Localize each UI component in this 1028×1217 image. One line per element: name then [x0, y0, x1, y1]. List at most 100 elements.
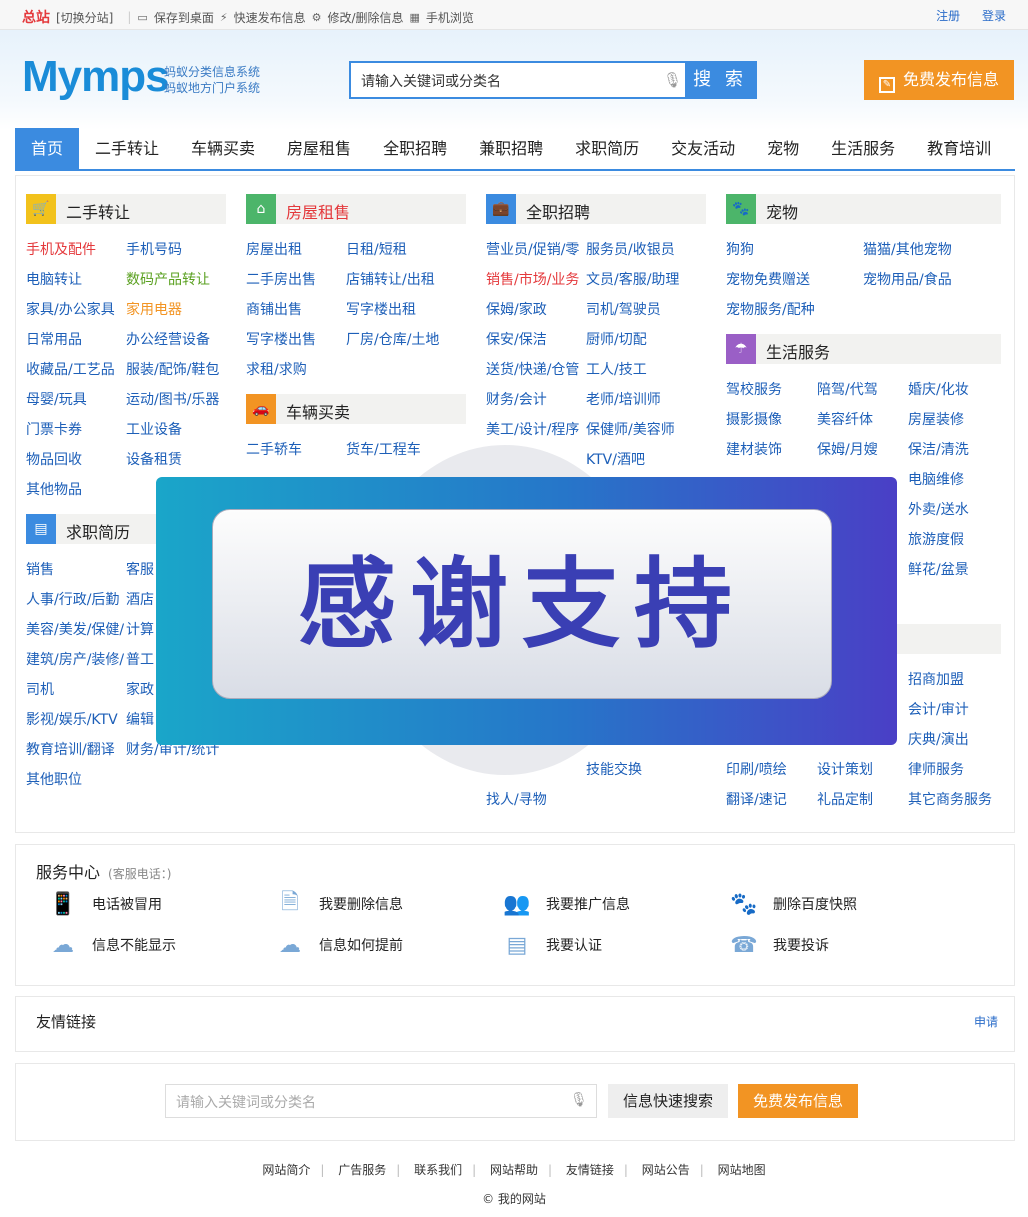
list-item[interactable]: 招商加盟	[908, 669, 964, 689]
register-link[interactable]: 注册	[936, 9, 960, 23]
apply-link[interactable]: 申请	[974, 1013, 998, 1030]
footer-link[interactable]: 网站地图	[718, 1163, 766, 1177]
nav-shenghuo[interactable]: 生活服务	[815, 128, 911, 169]
save-desktop-link[interactable]: 保存到桌面	[154, 9, 214, 26]
list-item[interactable]: 编辑	[126, 709, 154, 729]
nav-jiaoyou[interactable]: 交友活动	[655, 128, 751, 169]
list-item[interactable]: 保姆/月嫂	[817, 439, 878, 459]
list-item[interactable]: 建筑/房产/装修/	[26, 649, 124, 669]
list-item[interactable]: 外卖/送水	[908, 499, 969, 519]
list-item[interactable]: 摄影摄像	[726, 409, 782, 429]
list-item[interactable]: 房屋装修	[908, 409, 964, 429]
list-item[interactable]: 驾校服务	[726, 379, 782, 399]
bottom-post-button[interactable]: 免费发布信息	[738, 1084, 858, 1118]
list-item[interactable]: 家具/办公家具	[26, 299, 115, 319]
category-title[interactable]: 宠物	[766, 199, 798, 223]
list-item[interactable]: 教育培训/翻译	[26, 739, 115, 759]
list-item[interactable]: 计算	[126, 619, 154, 639]
list-item[interactable]: 庆典/演出	[908, 729, 969, 749]
list-item[interactable]: 宠物用品/食品	[863, 269, 952, 289]
list-item[interactable]: 司机/驾驶员	[586, 299, 661, 319]
nav-quanzhi[interactable]: 全职招聘	[367, 128, 463, 169]
list-item[interactable]: 设计策划	[817, 759, 873, 779]
list-item[interactable]: 厨师/切配	[586, 329, 647, 349]
list-item[interactable]: 美容纤体	[817, 409, 873, 429]
nav-chongwu[interactable]: 宠物	[751, 128, 815, 169]
list-item[interactable]: 母婴/玩具	[26, 389, 87, 409]
list-item[interactable]: 其他物品	[26, 479, 82, 499]
service-item[interactable]: ☁ 信息不能显示	[46, 930, 176, 960]
list-item[interactable]: 其它商务服务	[908, 789, 992, 809]
nav-jiaoyu[interactable]: 教育培训	[911, 128, 1007, 169]
list-item[interactable]: KTV/酒吧	[586, 449, 645, 469]
login-link[interactable]: 登录	[982, 9, 1006, 23]
nav-cheliang[interactable]: 车辆买卖	[175, 128, 271, 169]
list-item[interactable]: 电脑转让	[26, 269, 82, 289]
list-item[interactable]: 文员/客服/助理	[586, 269, 679, 289]
list-item[interactable]: 美工/设计/程序	[486, 419, 579, 439]
service-item[interactable]: 🐾 删除百度快照	[727, 889, 857, 919]
list-item[interactable]: 服务员/收银员	[586, 239, 675, 259]
list-item[interactable]: 保洁/清洗	[908, 439, 969, 459]
list-item[interactable]: 送货/快递/仓管	[486, 359, 579, 379]
list-item[interactable]: 保姆/家政	[486, 299, 547, 319]
list-item[interactable]: 电脑维修	[908, 469, 964, 489]
category-title[interactable]: 房屋租售	[286, 199, 350, 223]
nav-fangwu[interactable]: 房屋租售	[271, 128, 367, 169]
list-item[interactable]: 家政	[126, 679, 154, 699]
search-input[interactable]: 请输入关键词或分类名	[361, 71, 501, 91]
list-item[interactable]: 物品回收	[26, 449, 82, 469]
category-title[interactable]: 全职招聘	[526, 199, 590, 223]
quick-post-link[interactable]: 快速发布信息	[234, 9, 306, 26]
list-item[interactable]: 二手房出售	[246, 269, 316, 289]
list-item[interactable]: 其他职位	[26, 769, 82, 789]
nav-ershou[interactable]: 二手转让	[79, 128, 175, 169]
service-item[interactable]: ☁ 信息如何提前	[273, 930, 403, 960]
list-item[interactable]: 店铺转让/出租	[346, 269, 435, 289]
bottom-search-input[interactable]: 请输入关键词或分类名 🎙	[165, 1084, 597, 1118]
list-item[interactable]: 门票卡券	[26, 419, 82, 439]
list-item[interactable]: 猫猫/其他宠物	[863, 239, 952, 259]
list-item[interactable]: 宠物免费赠送	[726, 269, 810, 289]
list-item[interactable]: 财务/会计	[486, 389, 547, 409]
list-item[interactable]: 日租/短租	[346, 239, 407, 259]
list-item[interactable]: 货车/工程车	[346, 439, 421, 459]
list-item[interactable]: 商铺出售	[246, 299, 302, 319]
list-item[interactable]: 日常用品	[26, 329, 82, 349]
list-item[interactable]: 手机及配件	[26, 239, 96, 259]
list-item[interactable]: 美容/美发/保健/	[26, 619, 124, 639]
list-item[interactable]: 工业设备	[126, 419, 182, 439]
post-info-button[interactable]: ✎ 免费发布信息	[864, 60, 1014, 100]
list-item[interactable]: 办公经营设备	[126, 329, 210, 349]
list-item[interactable]: 销售	[26, 559, 54, 579]
site-logo[interactable]: Mymps	[22, 52, 170, 102]
list-item[interactable]: 找人/寻物	[486, 789, 547, 809]
list-item[interactable]: 婚庆/化妆	[908, 379, 969, 399]
service-item[interactable]: ▤ 我要认证	[500, 930, 602, 960]
mobile-link[interactable]: 手机浏览	[426, 9, 474, 26]
list-item[interactable]: 狗狗	[726, 239, 754, 259]
footer-link[interactable]: 网站简介	[262, 1163, 310, 1177]
footer-link[interactable]: 联系我们	[414, 1163, 462, 1177]
list-item[interactable]: 销售/市场/业务	[486, 269, 579, 289]
microphone-icon[interactable]: 🎙	[570, 1092, 588, 1108]
footer-link[interactable]: 网站公告	[642, 1163, 690, 1177]
service-item[interactable]: 🗎 我要删除信息	[273, 889, 403, 919]
list-item[interactable]: 技能交换	[586, 759, 642, 779]
list-item[interactable]: 客服	[126, 559, 154, 579]
footer-link[interactable]: 广告服务	[338, 1163, 386, 1177]
nav-home[interactable]: 首页	[15, 128, 80, 169]
list-item[interactable]: 翻译/速记	[726, 789, 787, 809]
service-item[interactable]: ☎ 我要投诉	[727, 930, 829, 960]
list-item[interactable]: 会计/审计	[908, 699, 969, 719]
list-item[interactable]: 数码产品转让	[126, 269, 210, 289]
main-site-link[interactable]: 总站	[22, 7, 50, 27]
list-item[interactable]: 鲜花/盆景	[908, 559, 969, 579]
quick-search-button[interactable]: 信息快速搜索	[608, 1084, 728, 1118]
list-item[interactable]: 保健师/美容师	[586, 419, 675, 439]
nav-qiuzhi[interactable]: 求职简历	[559, 128, 655, 169]
list-item[interactable]: 人事/行政/后勤	[26, 589, 119, 609]
category-title[interactable]: 求职简历	[66, 519, 130, 543]
nav-jianzhi[interactable]: 兼职招聘	[463, 128, 559, 169]
search-button[interactable]: 搜 索	[685, 63, 755, 97]
